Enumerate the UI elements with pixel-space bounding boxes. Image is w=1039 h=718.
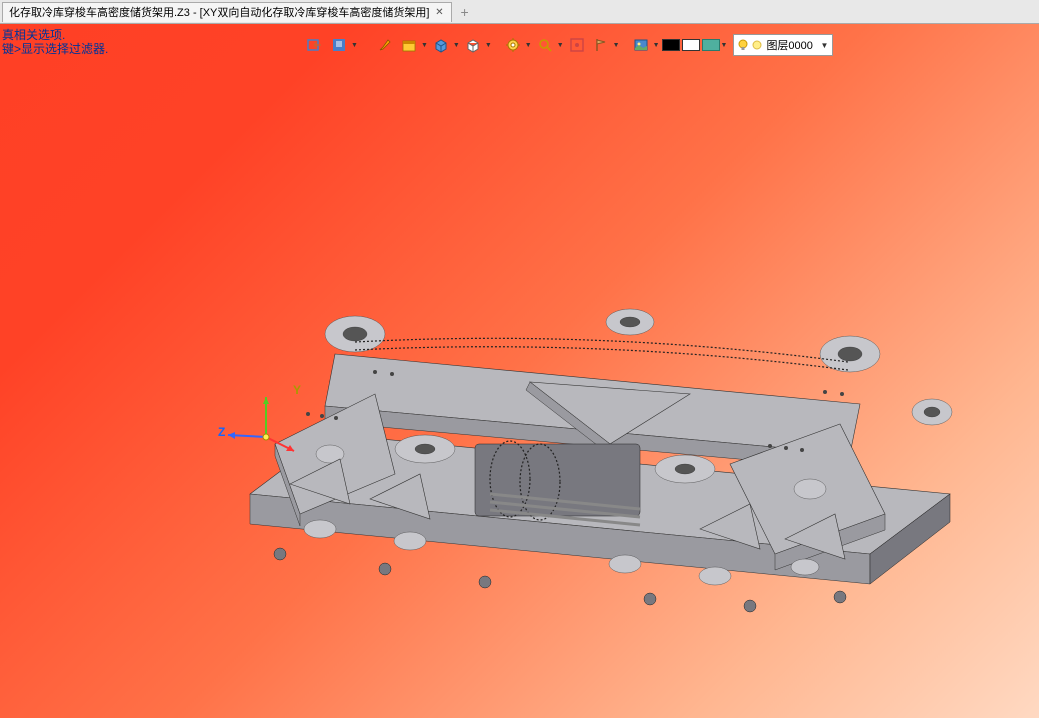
chevron-down-icon: ▼ — [485, 42, 492, 49]
material-tool[interactable]: ▼ — [702, 39, 728, 51]
cad-model[interactable] — [230, 294, 970, 624]
render-style-tool[interactable]: ▼ — [398, 34, 428, 56]
visibility-tool[interactable]: ▼ — [328, 34, 358, 56]
axis-y-label: Y — [293, 383, 301, 397]
picture-icon — [630, 34, 652, 56]
section-icon[interactable] — [566, 34, 588, 56]
chevron-down-icon: ▼ — [653, 42, 660, 49]
cube-shaded-icon — [430, 34, 452, 56]
palette-icon — [398, 34, 420, 56]
command-prompt: 真相关选项. 键>显示选择过滤器. — [2, 28, 108, 56]
color-swatch-white[interactable] — [682, 39, 700, 51]
chevron-down-icon: ▼ — [421, 42, 428, 49]
visibility-icon — [328, 34, 350, 56]
view-mode-tool[interactable]: ▼ — [430, 34, 460, 56]
chevron-down-icon: ▼ — [557, 42, 564, 49]
chevron-down-icon: ▼ — [821, 41, 829, 50]
layer-name: 图层0000 — [766, 37, 812, 53]
search-icon — [534, 34, 556, 56]
prompt-line-1: 真相关选项. — [2, 28, 108, 42]
tab-bar: 化存取冷库穿梭车高密度储货架用.Z3 - [XY双向自动化存取冷库穿梭车高密度储… — [0, 0, 1039, 24]
tab-label: 化存取冷库穿梭车高密度储货架用.Z3 - [XY双向自动化存取冷库穿梭车高密度储… — [9, 4, 429, 20]
chevron-down-icon: ▼ — [721, 42, 728, 49]
import-icon[interactable] — [304, 34, 326, 56]
cube-wire-icon — [462, 34, 484, 56]
view-toolbar: ▼ ▼ ▼ ▼ ▼ — [304, 34, 833, 56]
zoom-tool[interactable]: ▼ — [534, 34, 564, 56]
brush-icon[interactable] — [374, 34, 396, 56]
gear-tool[interactable]: ▼ — [502, 34, 532, 56]
document-tab[interactable]: 化存取冷库穿梭车高密度储货架用.Z3 - [XY双向自动化存取冷库穿梭车高密度储… — [2, 2, 452, 22]
add-tab-button[interactable]: + — [452, 2, 476, 22]
image-tool[interactable]: ▼ — [630, 34, 660, 56]
axis-z-label: Z — [218, 425, 225, 439]
chevron-down-icon: ▼ — [525, 42, 532, 49]
chevron-down-icon: ▼ — [613, 42, 620, 49]
color-swatch-teal — [702, 39, 720, 51]
chevron-down-icon: ▼ — [453, 42, 460, 49]
layer-selector[interactable]: 图层0000 ▼ — [733, 34, 833, 56]
bulb-icon — [738, 39, 748, 51]
sun-icon — [751, 39, 763, 51]
snap-tool[interactable]: ▼ — [590, 34, 620, 56]
color-swatch-black[interactable] — [662, 39, 680, 51]
gear-icon — [502, 34, 524, 56]
flag-icon — [590, 34, 612, 56]
coordinate-triad[interactable]: Y Z — [266, 429, 267, 441]
cube-wire-tool[interactable]: ▼ — [462, 34, 492, 56]
chevron-down-icon: ▼ — [351, 42, 358, 49]
close-icon[interactable]: ✕ — [433, 6, 445, 18]
viewport[interactable]: 真相关选项. 键>显示选择过滤器. ▼ ▼ ▼ — [0, 24, 1039, 718]
prompt-line-2: 键>显示选择过滤器. — [2, 42, 108, 56]
